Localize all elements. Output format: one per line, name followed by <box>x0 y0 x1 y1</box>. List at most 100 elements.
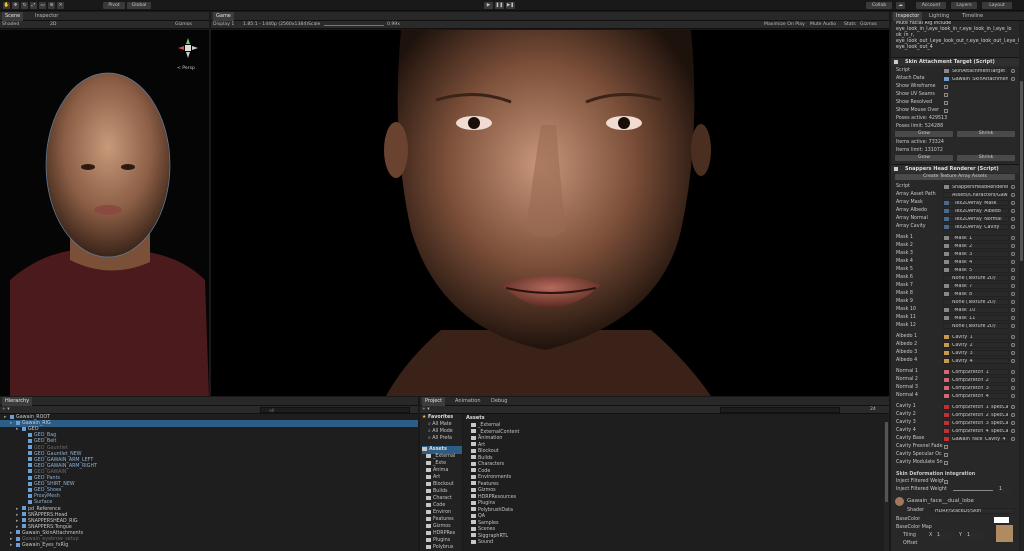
checkbox[interactable] <box>944 109 948 113</box>
mode-2d-toggle[interactable]: 2D <box>50 21 56 29</box>
inspector-property-row[interactable]: Mask 10 _Mask_10 <box>891 306 1021 314</box>
property-field[interactable]: _Mask_3 <box>943 251 1009 257</box>
inspector-scrollbar[interactable] <box>1019 21 1024 551</box>
object-picker-icon[interactable] <box>1011 351 1015 355</box>
inspector-property-row[interactable]: Script SkinAttachmentTarget <box>891 67 1021 75</box>
property-field[interactable]: CompStretch_3_specCa <box>943 420 1009 426</box>
object-picker-icon[interactable] <box>1011 276 1015 280</box>
inspector-checkbox-row[interactable]: Inject Filtered Weight <box>891 478 1021 486</box>
object-picker-icon[interactable] <box>1011 308 1015 312</box>
property-field[interactable]: Cavity_4 <box>943 358 1009 364</box>
grow-button[interactable]: Grow <box>895 131 953 137</box>
game-viewport[interactable] <box>211 30 889 396</box>
move-tool-icon[interactable]: ✥ <box>12 2 19 9</box>
object-picker-icon[interactable] <box>1011 209 1015 213</box>
object-picker-icon[interactable] <box>1011 429 1015 433</box>
rotate-tool-icon[interactable]: ↻ <box>21 2 28 9</box>
maximize-on-play-toggle[interactable]: Maximize On Play <box>764 21 805 29</box>
object-picker-icon[interactable] <box>1011 359 1015 363</box>
object-picker-icon[interactable] <box>1011 284 1015 288</box>
offset-row[interactable]: Offset <box>891 540 1021 548</box>
object-picker-icon[interactable] <box>1011 236 1015 240</box>
property-field[interactable]: SnappersHeadRenderer <box>943 184 1009 190</box>
checkbox[interactable] <box>944 85 948 89</box>
inspector-property-row[interactable]: Mask 11 _Mask_11 <box>891 314 1021 322</box>
shrink-button[interactable]: Shrink <box>957 155 1015 161</box>
object-picker-icon[interactable] <box>1011 394 1015 398</box>
inspector-property-row[interactable]: Array Asset Path Assets/Characters/Gawain… <box>891 191 1021 199</box>
stats-toggle[interactable]: Stats <box>844 21 856 29</box>
tiling-y-field[interactable]: 1 <box>965 533 985 539</box>
property-field[interactable]: CompStretch_3 <box>943 385 1009 391</box>
inspector-checkbox-row[interactable]: Cavity Fresnel Fade <box>891 443 1021 451</box>
tab-hierarchy[interactable]: Hierarchy <box>2 397 33 406</box>
tiling-x-field[interactable]: 1 <box>935 533 955 539</box>
inspector-checkbox-row[interactable]: Cavity Modulate Sn <box>891 459 1021 467</box>
account-dropdown[interactable]: Account <box>916 2 946 9</box>
inspector-property-row[interactable]: Array Cavity _Tex2DArray_Cavity <box>891 223 1021 231</box>
property-field[interactable]: Cavity_1 <box>943 334 1009 340</box>
basecolor-swatch[interactable] <box>994 517 1009 523</box>
property-field[interactable]: CompStretch_1 <box>943 369 1009 375</box>
hierarchy-item[interactable]: ▸ Gawain_Eyes_fxRig <box>0 542 418 549</box>
step-button[interactable]: ▶❚ <box>506 2 515 9</box>
layers-dropdown[interactable]: Layers <box>951 2 977 9</box>
property-field[interactable]: _Mask_7 <box>943 283 1009 289</box>
inspector-property-row[interactable]: Normal 4 CompStretch_4 <box>891 392 1021 400</box>
object-picker-icon[interactable] <box>1011 225 1015 229</box>
property-field[interactable]: Cavity_3 <box>943 350 1009 356</box>
object-picker-icon[interactable] <box>1011 405 1015 409</box>
tab-debug[interactable]: Debug <box>488 397 510 406</box>
persp-label[interactable]: < Persp <box>177 66 195 71</box>
shader-dropdown[interactable]: HDRP/StackLit/Skin <box>931 508 1015 514</box>
property-field[interactable]: None (Texture 2D) <box>943 299 1009 305</box>
tab-lighting[interactable]: Lighting <box>926 12 952 21</box>
cloud-icon[interactable]: ☁ <box>896 2 905 9</box>
grow-button[interactable]: Grow <box>895 155 953 161</box>
property-field[interactable]: _Mask_4 <box>943 259 1009 265</box>
rect-tool-icon[interactable]: ▭ <box>39 2 46 9</box>
game-gizmos-toggle[interactable]: Gizmos <box>860 21 877 29</box>
object-picker-icon[interactable] <box>1011 386 1015 390</box>
scene-gizmos-dropdown[interactable]: Gizmos <box>175 21 192 29</box>
property-field[interactable]: None (Texture 2D) <box>943 323 1009 329</box>
shrink-button[interactable]: Shrink <box>957 131 1015 137</box>
transform-tool-icon[interactable]: ⊕ <box>48 2 55 9</box>
object-picker-icon[interactable] <box>1011 335 1015 339</box>
inspector-property-row[interactable]: Attach Data Gawain_SkinAttachment <box>891 75 1021 83</box>
tab-inspector[interactable]: Inspector <box>893 12 923 21</box>
global-toggle[interactable]: Global <box>127 2 151 9</box>
resolution-dropdown[interactable]: 1.85:1 - 1440p (2560x1384) <box>243 21 308 29</box>
tab-timeline[interactable]: Timeline <box>959 12 986 21</box>
property-field[interactable]: CompStretch_2 <box>943 377 1009 383</box>
object-picker-icon[interactable] <box>1011 77 1015 81</box>
inspector-property-row[interactable]: Albedo 4 Cavity_4 <box>891 357 1021 365</box>
pivot-toggle[interactable]: Pivot <box>103 2 125 9</box>
create-texture-array-button[interactable]: Create Texture Array Assets <box>895 174 1015 180</box>
object-picker-icon[interactable] <box>1011 437 1015 441</box>
checkbox[interactable] <box>944 453 948 457</box>
material-header[interactable]: Gawain_face__dual_lobe <box>891 497 1019 507</box>
property-field[interactable]: None (Texture 2D) <box>943 275 1009 281</box>
inspector-property-row[interactable]: Albedo 3 Cavity_3 <box>891 349 1021 357</box>
inspector-property-row[interactable]: Albedo 2 Cavity_2 <box>891 341 1021 349</box>
project-create-button[interactable]: + ▾ <box>422 406 430 414</box>
tiling-row[interactable]: Tiling X 1 Y 1 <box>891 532 1021 540</box>
tab-scene[interactable]: Scene <box>2 12 24 21</box>
object-picker-icon[interactable] <box>1011 421 1015 425</box>
checkbox[interactable] <box>944 480 948 484</box>
property-field[interactable]: Gawain_face_Cavity_4 <box>943 436 1009 442</box>
object-picker-icon[interactable] <box>1011 217 1015 221</box>
object-picker-icon[interactable] <box>1011 268 1015 272</box>
inspector-property-row[interactable]: Mask 3 _Mask_3 <box>891 250 1021 258</box>
checkbox[interactable] <box>944 93 948 97</box>
object-picker-icon[interactable] <box>1011 193 1015 197</box>
tab-inspector-left[interactable]: Inspector <box>32 12 61 21</box>
layout-dropdown[interactable]: Layout <box>982 2 1012 9</box>
inspector-property-row[interactable]: Cavity 2 CompStretch_2_specCa <box>891 411 1021 419</box>
display-dropdown[interactable]: Display 1 <box>213 21 234 29</box>
scale-tool-icon[interactable]: ⤢ <box>30 2 37 9</box>
inspector-property-row[interactable]: Array Mask _Tex2DArray_Mask <box>891 199 1021 207</box>
property-field[interactable]: _Mask_10 <box>943 307 1009 313</box>
inspector-checkbox-row[interactable]: Show Wireframe <box>891 83 1021 91</box>
